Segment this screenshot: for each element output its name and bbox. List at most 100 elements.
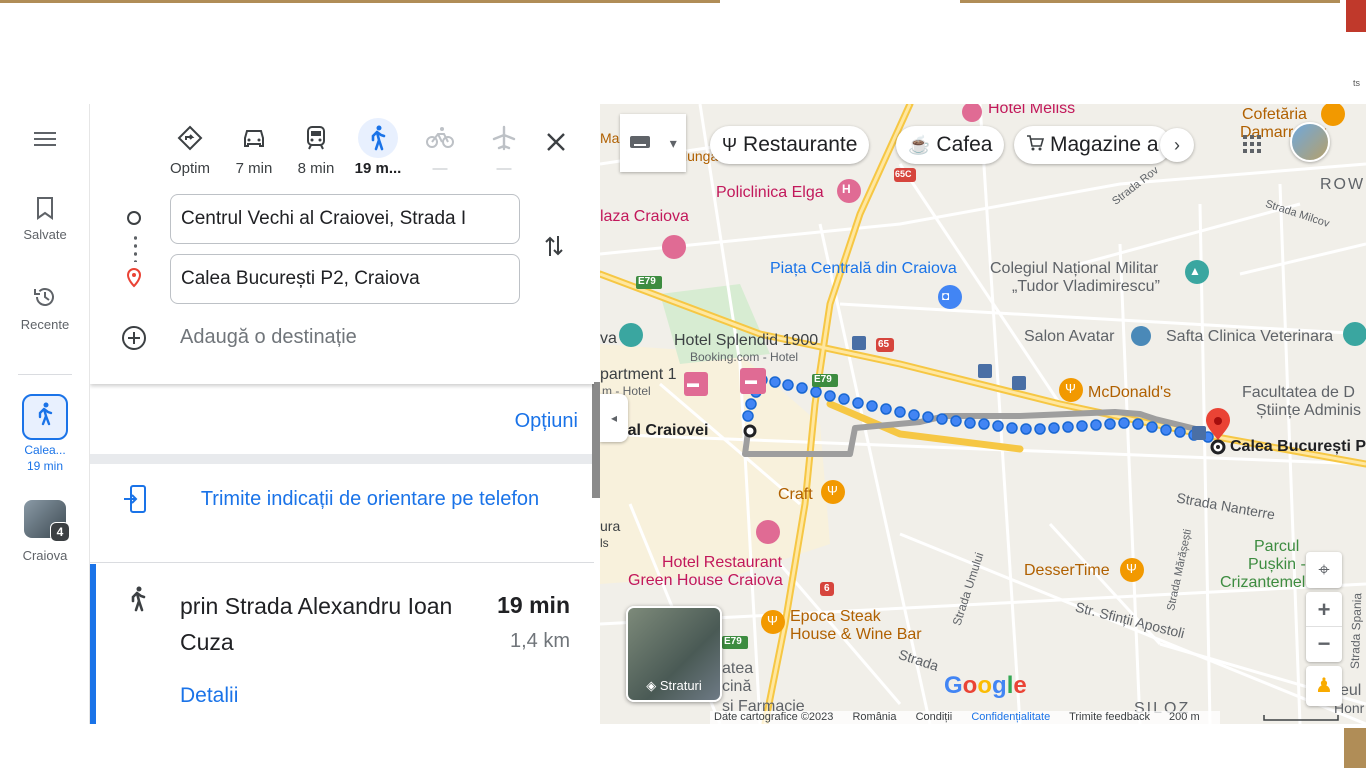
chip-restaurants[interactable]: Ψ Restaurante	[710, 126, 870, 164]
route-details-link[interactable]: Detalii	[180, 684, 238, 708]
poi-label[interactable]: Policlinica Elga	[716, 184, 824, 202]
terms-link[interactable]: Condiții	[916, 711, 953, 723]
privacy-link[interactable]: Confidențialitate	[971, 711, 1050, 723]
poi-label[interactable]: va	[600, 330, 617, 348]
route-option[interactable]: prin Strada Alexandru Ioan Cuza 19 min 1…	[90, 564, 594, 724]
frame-gold-line-left	[0, 0, 720, 3]
poi-label[interactable]: partment 1	[600, 366, 676, 384]
poi-label: atea	[722, 660, 754, 677]
saved-button[interactable]: Salvate	[0, 196, 90, 242]
pegman-button[interactable]: ♟	[1306, 666, 1342, 706]
recent-route-label[interactable]: Calea... 19 min	[0, 442, 90, 474]
rail-divider	[18, 374, 72, 375]
apps-grid-icon[interactable]	[1242, 134, 1262, 154]
recent-place-thumbnail[interactable]: 4	[24, 500, 70, 542]
poi-label[interactable]: Epoca Steak	[790, 608, 881, 626]
attribution-data: Date cartografice ©2023	[714, 711, 834, 723]
map-attribution: Date cartografice ©2023 România Condiții…	[710, 711, 1220, 724]
panel-scrollbar[interactable]	[592, 382, 600, 498]
poi-label[interactable]: Piața Centrală din Craiova	[770, 260, 957, 278]
poi-label[interactable]: laza Craiova	[600, 208, 689, 226]
poi-label[interactable]: Colegiul Național Militar	[990, 260, 1158, 278]
collapse-panel-button[interactable]: ◂	[600, 394, 628, 442]
mode-walk[interactable]: 19 m...	[348, 118, 408, 177]
destination-input[interactable]: Calea București P2, Craiova	[170, 254, 520, 304]
poi-label[interactable]: McDonald's	[1088, 384, 1171, 402]
walk-icon	[35, 402, 55, 432]
poi-label[interactable]: Crizantemelor	[1220, 574, 1320, 592]
mode-best-label: Optim	[169, 160, 210, 177]
poi-label[interactable]: Științe Adminis	[1256, 402, 1361, 420]
section-divider	[90, 454, 594, 464]
poi-label[interactable]: Safta Clinica Veterinara	[1166, 328, 1333, 346]
chevron-down-icon: ▾	[669, 134, 677, 151]
recent-place-label[interactable]: Craiova	[0, 548, 90, 563]
mode-drive[interactable]: 7 min	[224, 118, 284, 177]
layers-icon: ◈	[646, 678, 657, 693]
poi-label[interactable]: Craft	[778, 486, 813, 504]
poi-label[interactable]: Booking.com - Hotel	[690, 350, 798, 364]
directions-header: Optim 7 min 8 min 19 m... — — Centrul Ve…	[90, 104, 594, 384]
poi-label[interactable]: Facultatea de D	[1242, 384, 1355, 402]
road-shield-e79: E79	[814, 374, 832, 385]
slide-frame-bottom	[0, 724, 1366, 768]
mode-walk-label: 19 m...	[354, 160, 402, 177]
poi-label[interactable]: Hotel Restaurant	[662, 554, 782, 572]
poi-label[interactable]: Cofetăria	[1242, 106, 1307, 124]
mode-best[interactable]: Optim	[160, 118, 220, 177]
menu-icon	[0, 128, 90, 156]
mode-transit-label: 8 min	[297, 160, 335, 177]
attribution-country[interactable]: România	[852, 711, 896, 723]
chip-shops[interactable]: Magazine a	[1014, 126, 1171, 164]
map-canvas[interactable]: E79 E79 E79 65 65C 6 Hotel Meliss Cofetă…	[600, 104, 1366, 724]
poi-label[interactable]: Green House Craiova	[628, 572, 783, 590]
recent-label: Recente	[20, 317, 70, 332]
my-location-button[interactable]: ⌖	[1306, 552, 1342, 588]
chip-cafe[interactable]: ☕ Cafea	[896, 126, 1005, 164]
recent-route-button[interactable]	[22, 394, 68, 440]
keyboard-shortcuts-button[interactable]: ▾	[620, 114, 686, 172]
add-destination-button[interactable]: Adaugă o destinație	[180, 326, 357, 349]
route-destination-label[interactable]: Calea București P	[1230, 438, 1366, 456]
close-icon	[545, 127, 567, 160]
zoom-in-button[interactable]: +	[1306, 592, 1342, 627]
poi-label[interactable]: House & Wine Bar	[790, 626, 922, 644]
bookmark-icon	[0, 196, 90, 227]
scale-label[interactable]: 200 m	[1169, 711, 1200, 723]
poi-label[interactable]: „Tudor Vladimirescu”	[1012, 278, 1160, 296]
add-destination-icon[interactable]	[120, 324, 148, 359]
chevron-right-icon: ›	[1174, 135, 1180, 155]
recent-button[interactable]: Recente	[0, 284, 90, 332]
keyboard-icon	[629, 135, 651, 152]
poi-label[interactable]: Hotel Meliss	[988, 104, 1075, 118]
poi-label[interactable]: Ma	[600, 130, 619, 146]
pegman-icon: ♟	[1315, 675, 1333, 697]
send-to-phone-button[interactable]: Trimite indicații de orientare pe telefo…	[190, 484, 550, 514]
zoom-out-button[interactable]: −	[1306, 627, 1342, 662]
origin-input[interactable]: Centrul Vechi al Craiovei, Strada I	[170, 194, 520, 244]
mode-bike-label: —	[432, 160, 448, 177]
layers-button[interactable]: ◈ Straturi	[626, 606, 722, 702]
poi-label[interactable]: Salon Avatar	[1024, 328, 1114, 346]
poi-label[interactable]: Hotel Splendid 1900	[674, 332, 818, 350]
destination-pin-icon	[124, 266, 144, 293]
mode-bike[interactable]: —	[410, 118, 470, 177]
poi-label[interactable]: Parcul	[1254, 538, 1299, 556]
poi-label[interactable]: Pușkin -	[1248, 556, 1306, 574]
restaurant-icon: Ψ	[1065, 381, 1076, 396]
close-directions-button[interactable]	[538, 126, 574, 162]
chips-next-button[interactable]: ›	[1160, 128, 1194, 162]
mode-flight[interactable]: —	[474, 118, 534, 177]
swap-icon[interactable]	[542, 232, 566, 267]
options-button[interactable]: Opțiuni	[515, 410, 578, 433]
saved-label: Salvate	[23, 227, 67, 242]
feedback-link[interactable]: Trimite feedback	[1069, 711, 1150, 723]
school-icon: ▲	[1189, 264, 1201, 278]
layers-text: Straturi	[659, 678, 702, 693]
menu-button[interactable]	[0, 128, 90, 156]
account-avatar[interactable]	[1290, 122, 1330, 162]
restaurant-icon: Ψ	[767, 613, 778, 628]
route-distance: 1,4 km	[509, 630, 570, 652]
poi-label[interactable]: DesserTime	[1024, 562, 1110, 580]
mode-transit[interactable]: 8 min	[286, 118, 346, 177]
